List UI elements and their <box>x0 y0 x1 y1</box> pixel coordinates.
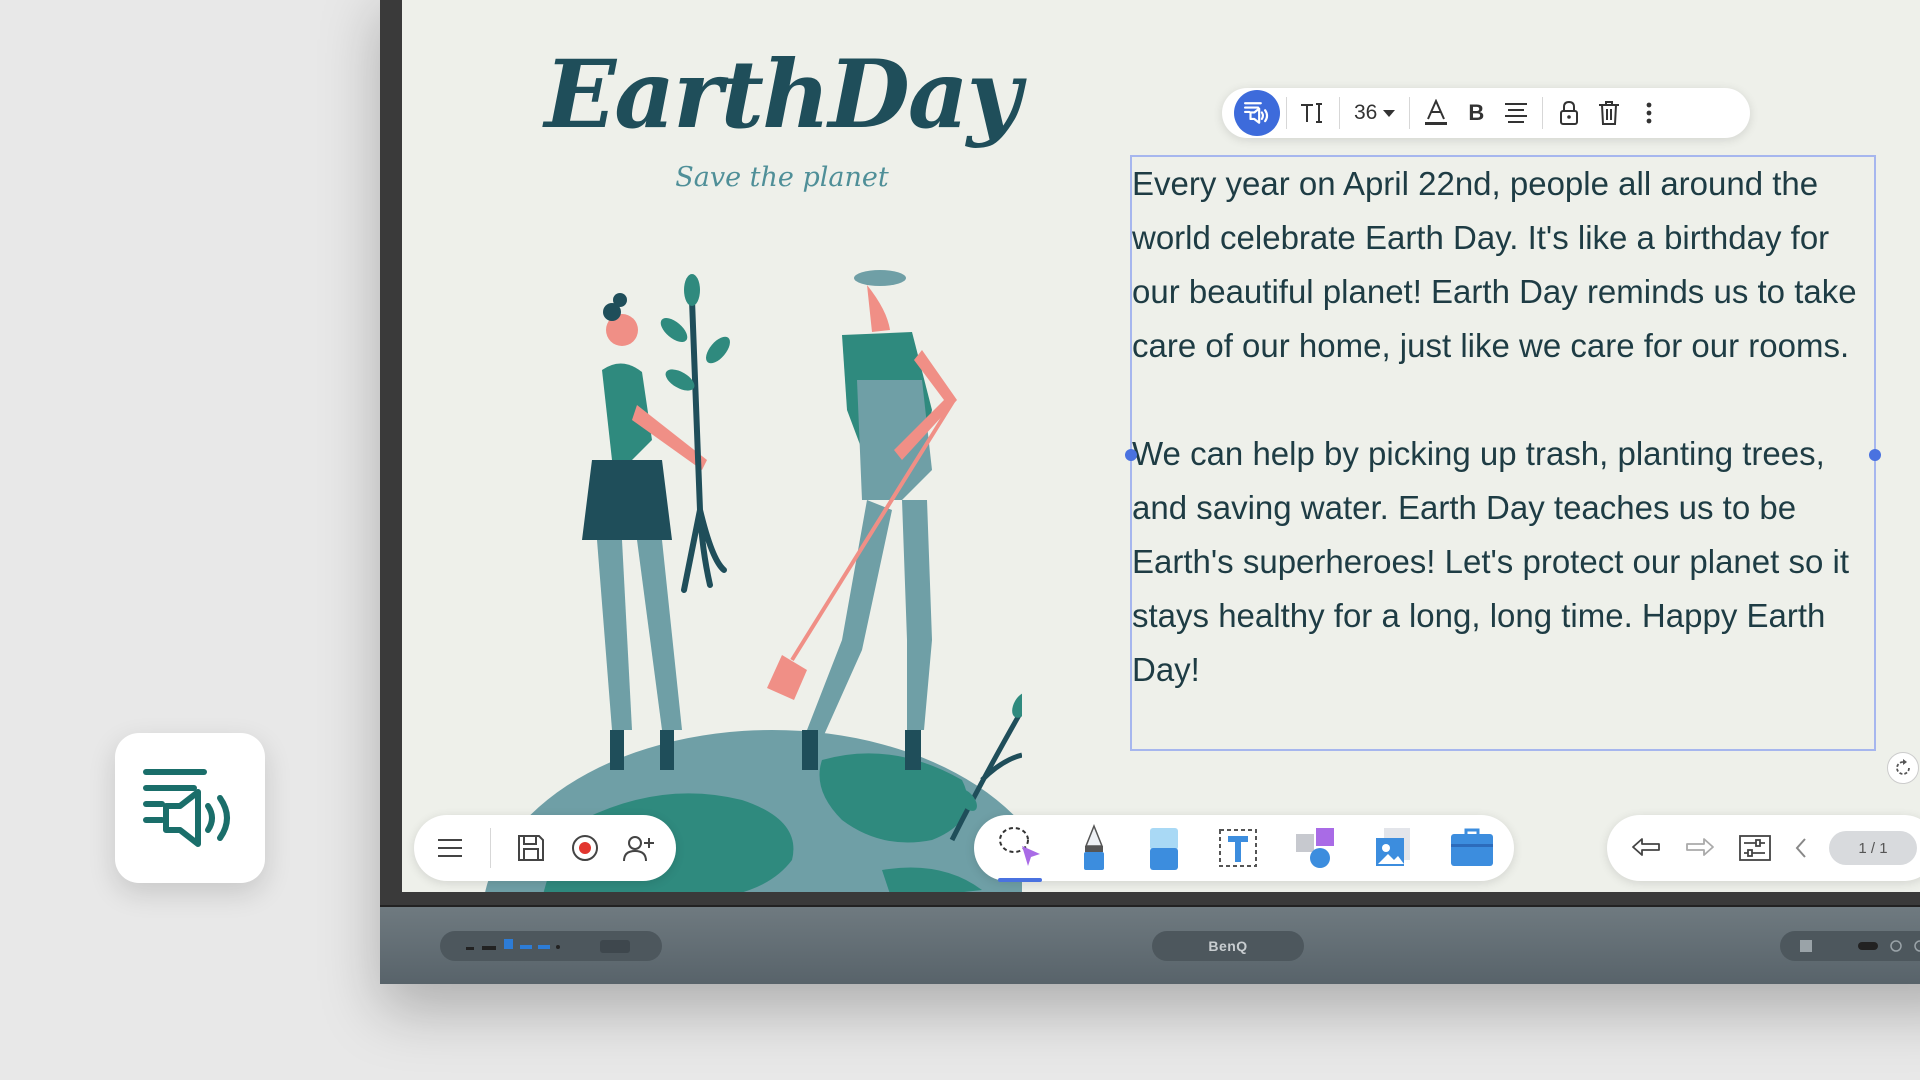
pen-icon <box>1084 824 1104 870</box>
lock-button[interactable] <box>1549 88 1589 138</box>
lock-icon <box>1560 100 1579 125</box>
main-menu-toolbar <box>414 815 676 881</box>
more-vertical-icon <box>1646 102 1652 124</box>
toolbar-divider <box>490 828 491 868</box>
bold-label: B <box>1468 100 1485 125</box>
save-button[interactable] <box>511 828 551 868</box>
active-tool-indicator <box>998 878 1042 882</box>
slide-title: EarthDay <box>544 40 1022 150</box>
text-style-button[interactable] <box>1293 88 1333 138</box>
chevron-left-icon <box>1796 838 1807 858</box>
slide-subtitle: Save the planet <box>675 162 889 193</box>
record-icon <box>572 835 598 861</box>
front-buttons <box>1780 931 1920 961</box>
font-size-dropdown[interactable]: 36 <box>1346 88 1403 138</box>
select-tool-button[interactable] <box>996 824 1044 882</box>
align-button[interactable] <box>1496 88 1536 138</box>
toolbar-divider <box>1542 97 1544 129</box>
previous-page-button[interactable] <box>1790 828 1813 868</box>
eraser-icon <box>1150 828 1178 870</box>
delete-button[interactable] <box>1589 88 1629 138</box>
eraser-tool-button[interactable] <box>1144 824 1184 872</box>
bold-button[interactable]: B <box>1456 88 1496 138</box>
save-icon <box>518 835 544 861</box>
brand-badge: BenQ <box>1152 931 1304 961</box>
rotate-handle[interactable] <box>1887 752 1919 784</box>
front-port-strip <box>440 931 662 961</box>
add-user-icon <box>623 836 654 862</box>
toolbox-icon <box>1451 828 1493 866</box>
shapes-tool-button[interactable] <box>1292 824 1340 872</box>
shapes-icon <box>1296 828 1334 868</box>
text-to-speech-icon <box>1244 102 1269 124</box>
text-tool-icon <box>1219 829 1257 867</box>
trash-icon <box>1599 101 1620 125</box>
font-color-button[interactable] <box>1416 88 1456 138</box>
rotate-icon <box>1896 759 1910 775</box>
chevron-down-icon <box>1383 109 1396 117</box>
page-indicator[interactable]: 1 / 1 <box>1828 831 1918 865</box>
lasso-select-icon <box>999 827 1040 866</box>
text-to-speech-icon <box>143 769 230 847</box>
text-tool-button[interactable] <box>1214 824 1262 872</box>
pen-tool-button[interactable] <box>1074 824 1114 872</box>
navigation-toolbar: 1 / 1 <box>1607 815 1920 881</box>
text-style-icon <box>1301 103 1322 123</box>
selected-text-box[interactable]: Every year on April 22nd, people all aro… <box>1125 155 1881 751</box>
hamburger-menu-icon <box>438 839 462 857</box>
undo-icon <box>1632 838 1661 856</box>
font-color-icon <box>1425 99 1448 125</box>
invite-user-button[interactable] <box>619 828 659 868</box>
toolbar-divider <box>1339 97 1340 129</box>
redo-icon <box>1686 838 1715 856</box>
font-size-value: 36 <box>1354 101 1378 124</box>
toolbox-button[interactable] <box>1448 824 1496 872</box>
text-to-speech-button[interactable] <box>1234 88 1280 138</box>
toolbar-divider <box>1286 97 1287 129</box>
menu-button[interactable] <box>430 828 470 868</box>
align-center-icon <box>1505 103 1528 123</box>
whiteboard-canvas[interactable]: EarthDay Save the planet 36 B Every year… <box>402 0 1920 892</box>
toolbar-divider <box>1409 97 1411 129</box>
resize-handle-right[interactable] <box>1869 449 1881 461</box>
record-button[interactable] <box>565 828 605 868</box>
text-to-speech-feature-tile <box>115 733 265 883</box>
more-options-button[interactable] <box>1629 88 1669 138</box>
drawing-tools-toolbar <box>974 815 1514 882</box>
resize-handle-left[interactable] <box>1125 449 1137 461</box>
image-tool-button[interactable] <box>1370 824 1418 872</box>
earth-day-illustration <box>485 270 1022 892</box>
text-box-content[interactable]: Every year on April 22nd, people all aro… <box>1132 157 1876 697</box>
slide-title-logo: EarthDay Save the planet <box>542 40 1022 193</box>
text-format-toolbar: 36 B <box>1222 88 1750 138</box>
undo-button[interactable] <box>1627 828 1665 868</box>
image-icon <box>1376 828 1410 866</box>
sliders-icon <box>1738 835 1771 861</box>
redo-button[interactable] <box>1681 828 1719 868</box>
page-settings-button[interactable] <box>1736 828 1774 868</box>
